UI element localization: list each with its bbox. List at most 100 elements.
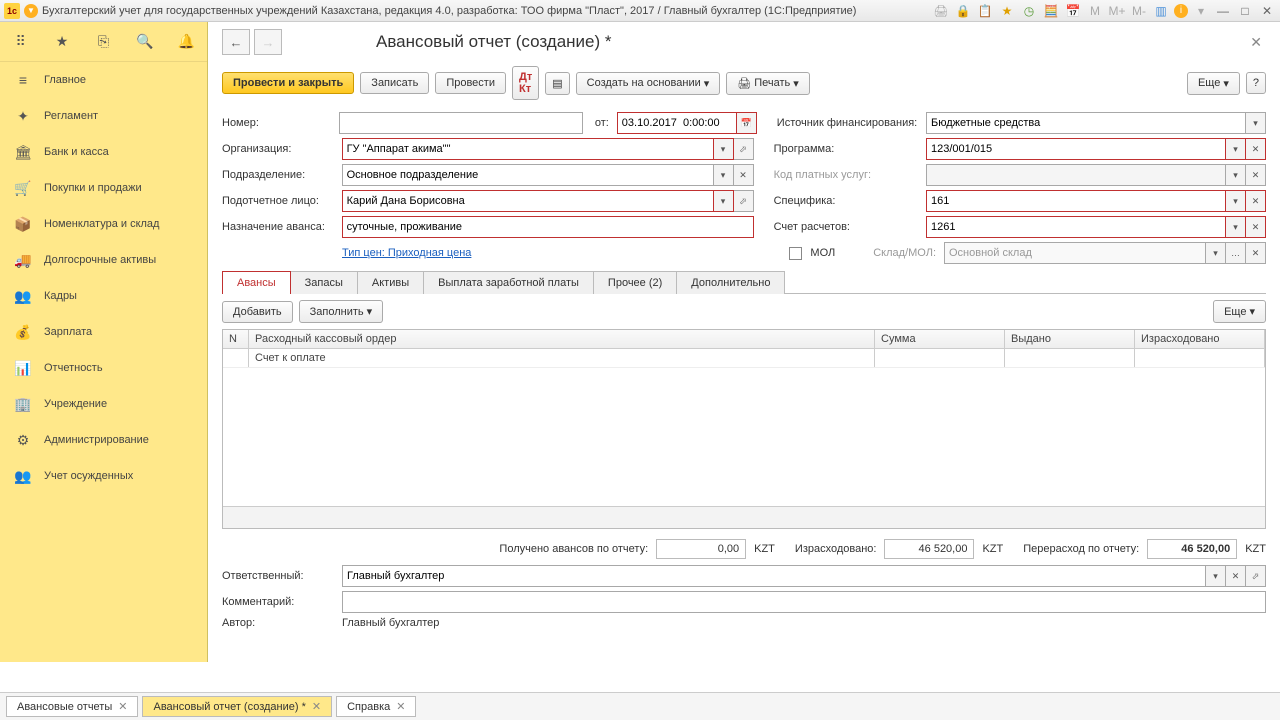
col-issued[interactable]: Выдано — [1005, 330, 1135, 348]
dropdown-icon[interactable]: ▾ — [1226, 138, 1246, 160]
grid-more-button[interactable]: Еще▾ — [1213, 300, 1266, 323]
dropdown-icon[interactable]: ▾ — [1206, 565, 1226, 587]
add-button[interactable]: Добавить — [222, 301, 293, 323]
post-button[interactable]: Провести — [435, 72, 506, 94]
close-tab-icon[interactable]: ✕ — [118, 700, 127, 713]
app-menu-dropdown[interactable]: ▼ — [24, 4, 38, 18]
acct-input[interactable] — [926, 216, 1226, 238]
toolbar-icon[interactable]: 📋 — [976, 3, 994, 19]
resp-input[interactable] — [342, 565, 1206, 587]
person-input[interactable] — [342, 190, 714, 212]
forward-button[interactable]: → — [254, 29, 282, 55]
tab-extra[interactable]: Дополнительно — [676, 271, 785, 294]
m-icon[interactable]: M — [1086, 3, 1104, 19]
toolbar-icon[interactable]: 🖨 — [932, 3, 950, 19]
create-based-button[interactable]: Создать на основании▾ — [576, 72, 721, 95]
toolbar-icon[interactable]: 🔒 — [954, 3, 972, 19]
tab-advances[interactable]: Авансы — [222, 271, 291, 294]
back-button[interactable]: ← — [222, 29, 250, 55]
panels-icon[interactable]: ▥ — [1152, 3, 1170, 19]
spec-input[interactable] — [926, 190, 1226, 212]
sidebar-item-org[interactable]: 🏢Учреждение — [0, 386, 207, 422]
favorites-icon[interactable]: ★ — [998, 3, 1016, 19]
maximize-icon[interactable]: □ — [1236, 3, 1254, 19]
sidebar-item-prisoners[interactable]: 👥Учет осужденных — [0, 458, 207, 494]
col-bill[interactable]: Счет к оплате — [249, 349, 875, 367]
col-sum[interactable]: Сумма — [875, 330, 1005, 348]
purpose-input[interactable] — [342, 216, 754, 238]
dept-input[interactable] — [342, 164, 714, 186]
clear-icon[interactable]: ✕ — [1246, 138, 1266, 160]
clear-icon[interactable]: ✕ — [734, 164, 754, 186]
sidebar-item-reglament[interactable]: ✦Регламент — [0, 98, 207, 134]
comment-input[interactable] — [342, 591, 1266, 613]
dropdown-icon[interactable]: ▾ — [1246, 112, 1266, 134]
dropdown-icon[interactable]: ▾ — [1192, 3, 1210, 19]
tab-assets[interactable]: Активы — [357, 271, 424, 294]
window-tab[interactable]: Справка✕ — [336, 696, 416, 717]
calculator-icon[interactable]: 🧮 — [1042, 3, 1060, 19]
clear-icon[interactable]: ✕ — [1246, 216, 1266, 238]
tab-other[interactable]: Прочее (2) — [593, 271, 677, 294]
col-order[interactable]: Расходный кассовый ордер — [249, 330, 875, 348]
dt-kt-button[interactable]: ДтКт — [512, 66, 539, 100]
sidebar-item-assets[interactable]: 🚚Долгосрочные активы — [0, 242, 207, 278]
dropdown-icon[interactable]: ▾ — [1226, 190, 1246, 212]
open-icon[interactable]: ⬀ — [1246, 565, 1266, 587]
minimize-icon[interactable]: — — [1214, 3, 1232, 19]
org-input[interactable] — [342, 138, 714, 160]
open-icon[interactable]: ⬀ — [734, 190, 754, 212]
sidebar-item-main[interactable]: ≡Главное — [0, 62, 207, 98]
sidebar-item-hr[interactable]: 👥Кадры — [0, 278, 207, 314]
program-input[interactable] — [926, 138, 1226, 160]
date-input[interactable] — [617, 112, 737, 134]
dropdown-icon[interactable]: ▾ — [714, 138, 734, 160]
clear-icon[interactable]: ✕ — [1246, 190, 1266, 212]
sidebar-item-trade[interactable]: 🛒Покупки и продажи — [0, 170, 207, 206]
sidebar-item-stock[interactable]: 📦Номенклатура и склад — [0, 206, 207, 242]
clear-icon[interactable]: ✕ — [1226, 565, 1246, 587]
sidebar-item-reports[interactable]: 📊Отчетность — [0, 350, 207, 386]
title-bar: 1c ▼ Бухгалтерский учет для государствен… — [0, 0, 1280, 22]
tab-supplies[interactable]: Запасы — [290, 271, 358, 294]
help-button[interactable]: ? — [1246, 72, 1266, 94]
clipboard-icon[interactable]: ⎘ — [93, 32, 113, 52]
bell-icon[interactable]: 🔔 — [176, 32, 196, 52]
search-icon[interactable]: 🔍 — [135, 32, 155, 52]
col-n[interactable]: N — [223, 330, 249, 348]
calendar-icon[interactable]: 📅 — [737, 112, 757, 134]
sidebar-item-salary[interactable]: 💰Зарплата — [0, 314, 207, 350]
fill-button[interactable]: Заполнить▾ — [299, 300, 384, 323]
m-plus-icon[interactable]: M+ — [1108, 3, 1126, 19]
sidebar-item-bank[interactable]: 🏛Банк и касса — [0, 134, 207, 170]
calendar-icon[interactable]: 📅 — [1064, 3, 1082, 19]
fin-src-input[interactable] — [926, 112, 1246, 134]
star-icon[interactable]: ★ — [52, 32, 72, 52]
mop-checkbox[interactable] — [789, 247, 802, 260]
open-icon[interactable]: ⬀ — [734, 138, 754, 160]
more-button[interactable]: Еще▾ — [1187, 72, 1240, 95]
dropdown-icon[interactable]: ▾ — [714, 190, 734, 212]
sidebar-item-admin[interactable]: ⚙Администрирование — [0, 422, 207, 458]
close-icon[interactable]: ✕ — [1258, 3, 1276, 19]
apps-icon[interactable]: ⠿ — [11, 32, 31, 52]
save-button[interactable]: Записать — [360, 72, 429, 94]
close-tab-icon[interactable]: ✕ — [312, 700, 321, 713]
history-icon[interactable]: ◷ — [1020, 3, 1038, 19]
print-button[interactable]: 🖨Печать▾ — [726, 72, 810, 95]
dropdown-icon[interactable]: ▾ — [714, 164, 734, 186]
post-and-close-button[interactable]: Провести и закрыть — [222, 72, 354, 94]
close-document-icon[interactable]: ✕ — [1246, 30, 1266, 55]
tab-salary[interactable]: Выплата заработной платы — [423, 271, 594, 294]
help-icon[interactable]: i — [1174, 4, 1188, 18]
col-spent[interactable]: Израсходовано — [1135, 330, 1265, 348]
advances-grid[interactable]: N Расходный кассовый ордер Сумма Выдано … — [222, 329, 1266, 529]
price-type-link[interactable]: Тип цен: Приходная цена — [342, 247, 471, 259]
structure-button[interactable]: ▤ — [545, 72, 569, 95]
close-tab-icon[interactable]: ✕ — [396, 700, 405, 713]
dropdown-icon[interactable]: ▾ — [1226, 216, 1246, 238]
window-tab-active[interactable]: Авансовый отчет (создание) *✕ — [142, 696, 332, 717]
number-input[interactable] — [339, 112, 583, 134]
window-tab[interactable]: Авансовые отчеты✕ — [6, 696, 138, 717]
m-minus-icon[interactable]: M- — [1130, 3, 1148, 19]
